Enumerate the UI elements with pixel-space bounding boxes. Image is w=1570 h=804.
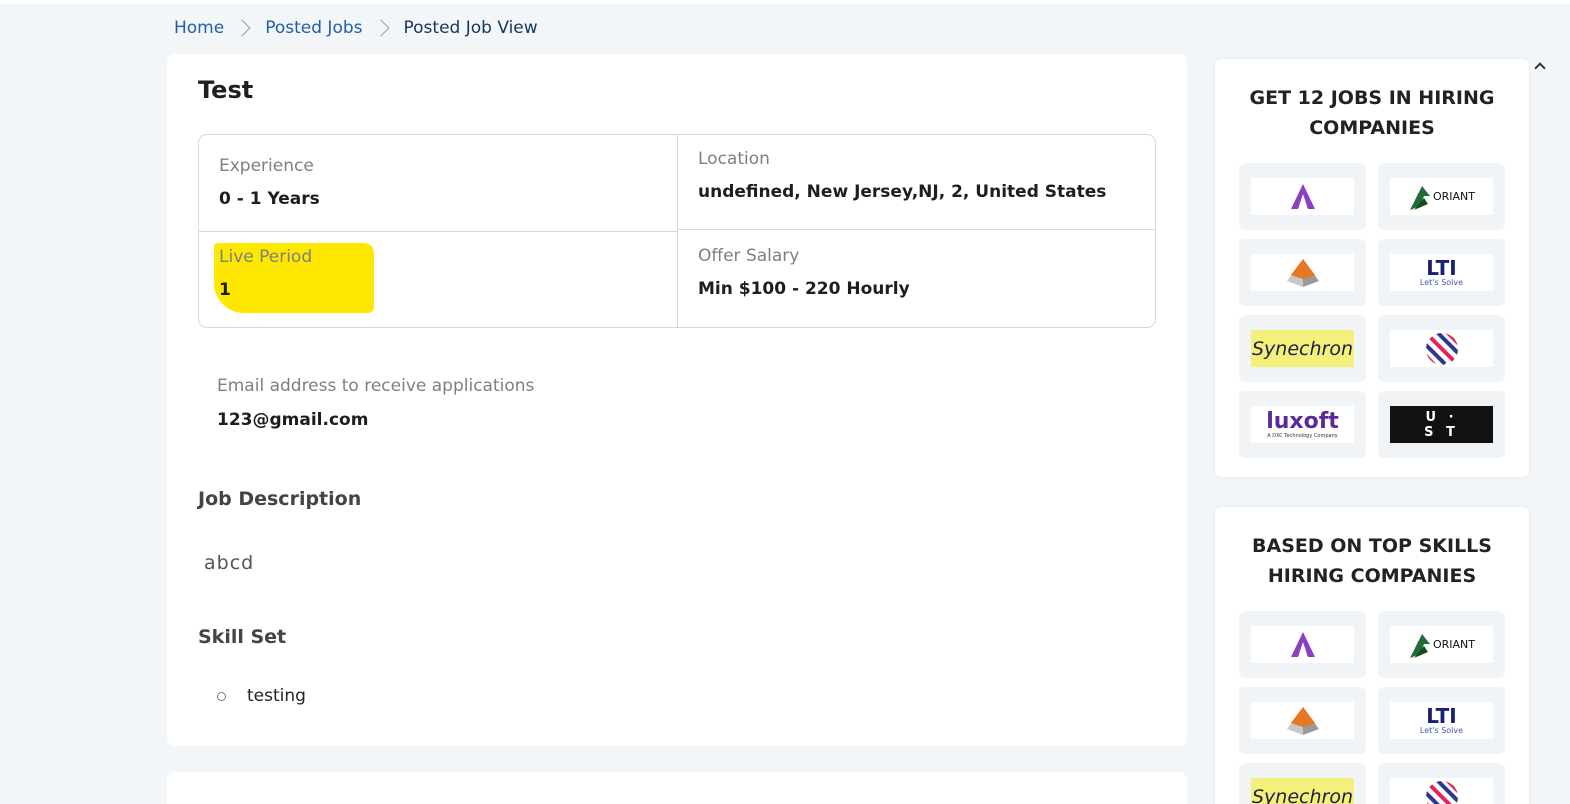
skill-label: testing (247, 686, 306, 706)
grid-divider (677, 135, 678, 327)
job-description-heading: Job Description (198, 488, 362, 510)
ust-logo: U · S T (1390, 406, 1493, 443)
scroll-up-arrow-icon[interactable] (1532, 58, 1548, 74)
company-logo-tile[interactable]: Synechron (1239, 315, 1366, 382)
breadcrumb-home-link[interactable]: Home (174, 18, 224, 38)
orange-pyramid-logo (1251, 702, 1354, 739)
experience-value: 0 - 1 Years (219, 189, 320, 209)
breadcrumb: Home Posted Jobs Posted Job View (174, 16, 538, 40)
company-logo-grid: ORIANT LTI Let's Solve Synechron (1239, 163, 1505, 458)
oriant-logo: ORIANT (1390, 178, 1493, 215)
orange-pyramid-logo (1251, 254, 1354, 291)
company-logo-tile[interactable] (1239, 611, 1366, 678)
breadcrumb-current: Posted Job View (403, 18, 538, 38)
company-logo-tile[interactable]: LTI Let's Solve (1378, 687, 1505, 754)
job-detail-card: Test Experience 0 - 1 Years Location und… (167, 54, 1187, 746)
email-label: Email address to receive applications (217, 376, 535, 396)
company-logo-tile[interactable]: LTI Let's Solve (1378, 239, 1505, 306)
grid-divider (677, 229, 1155, 230)
experience-cell: Experience 0 - 1 Years (219, 156, 320, 209)
salary-label: Offer Salary (698, 246, 800, 266)
synechron-logo: Synechron (1251, 330, 1354, 367)
striped-circle-logo (1390, 330, 1493, 367)
location-label: Location (698, 149, 770, 169)
location-cell: Location undefined, New Jersey,NJ, 2, Un… (698, 149, 1106, 202)
live-period-cell: Live Period 1 (219, 247, 312, 300)
oriant-logo: ORIANT (1390, 626, 1493, 663)
live-period-value: 1 (219, 280, 231, 300)
synechron-logo: Synechron (1251, 778, 1354, 804)
email-block: Email address to receive applications 12… (217, 376, 534, 430)
lti-logo: LTI Let's Solve (1390, 702, 1493, 739)
company-logo-tile[interactable]: ORIANT (1378, 163, 1505, 230)
live-period-label: Live Period (219, 247, 313, 267)
lti-logo: LTI Let's Solve (1390, 254, 1493, 291)
breadcrumb-posted-jobs-link[interactable]: Posted Jobs (265, 18, 362, 38)
company-logo-tile[interactable]: ORIANT (1378, 611, 1505, 678)
job-info-grid: Experience 0 - 1 Years Location undefine… (198, 134, 1156, 328)
company-logo-grid: ORIANT LTI Let's Solve Synechron (1239, 611, 1505, 804)
salary-value: Min $100 - 220 Hourly (698, 279, 910, 299)
experience-label: Experience (219, 156, 314, 176)
purple-flame-logo (1251, 178, 1354, 215)
card-title-line: COMPANIES (1309, 117, 1435, 139)
job-description-text: abcd (204, 552, 255, 574)
card-title-line: BASED ON TOP SKILLS (1252, 535, 1492, 557)
company-logo-tile[interactable]: luxoft A DXC Technology Company (1239, 391, 1366, 458)
list-item: testing (217, 686, 306, 706)
circle-bullet-icon (217, 691, 226, 701)
chevron-right-icon (372, 19, 389, 37)
company-logo-tile[interactable]: Synechron (1239, 763, 1366, 804)
striped-circle-logo (1390, 778, 1493, 804)
company-logo-tile[interactable] (1239, 163, 1366, 230)
company-logo-tile[interactable]: U · S T (1378, 391, 1505, 458)
top-skills-companies-card: BASED ON TOP SKILLS HIRING COMPANIES ORI… (1214, 506, 1530, 804)
card-title: GET 12 JOBS IN HIRING COMPANIES (1215, 83, 1529, 143)
next-section-card (167, 772, 1187, 804)
company-logo-tile[interactable] (1378, 315, 1505, 382)
salary-cell: Offer Salary Min $100 - 220 Hourly (698, 246, 910, 299)
hiring-companies-card: GET 12 JOBS IN HIRING COMPANIES ORIANT L… (1214, 58, 1530, 478)
card-title-line: GET 12 JOBS IN HIRING (1249, 87, 1495, 109)
job-title: Test (198, 76, 254, 104)
company-logo-tile[interactable] (1378, 763, 1505, 804)
card-title: BASED ON TOP SKILLS HIRING COMPANIES (1215, 531, 1529, 591)
grid-divider (199, 231, 677, 232)
card-title-line: HIRING COMPANIES (1267, 565, 1477, 587)
company-logo-tile[interactable] (1239, 239, 1366, 306)
top-bar (0, 0, 1570, 4)
skill-set-heading: Skill Set (198, 626, 287, 648)
email-value: 123@gmail.com (217, 410, 369, 430)
purple-flame-logo (1251, 626, 1354, 663)
luxoft-logo: luxoft A DXC Technology Company (1251, 406, 1354, 443)
location-value: undefined, New Jersey,NJ, 2, United Stat… (698, 182, 1107, 202)
company-logo-tile[interactable] (1239, 687, 1366, 754)
chevron-right-icon (233, 19, 251, 37)
